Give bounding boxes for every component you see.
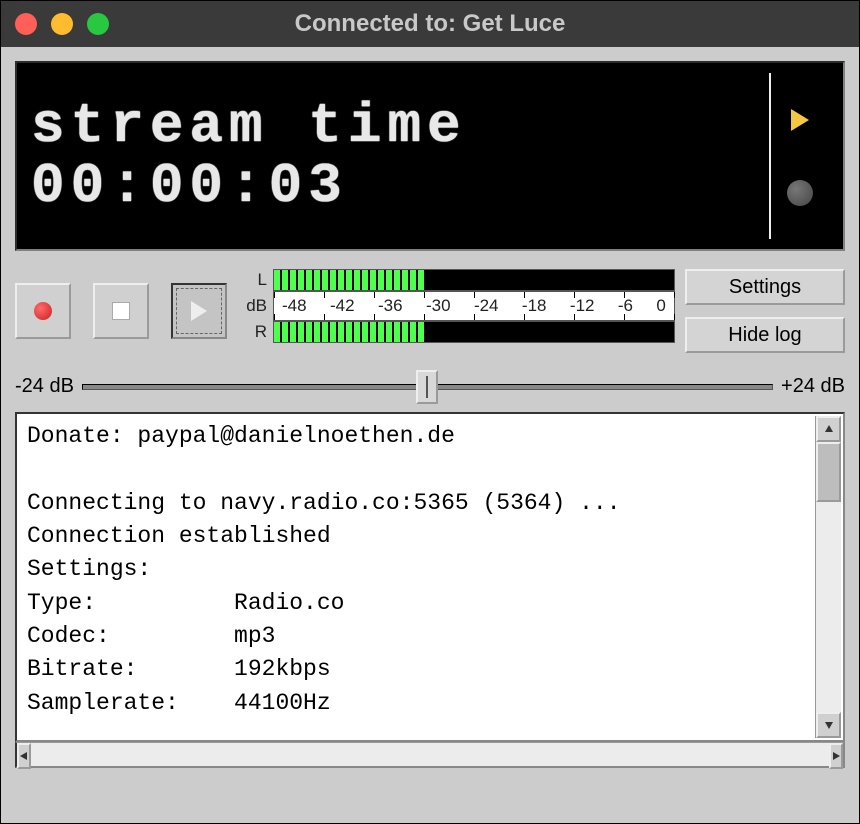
- window-title: Connected to: Get Luce: [1, 10, 859, 38]
- scroll-down-button[interactable]: [816, 712, 841, 738]
- lcd-line-2: 00:00:03: [31, 158, 769, 214]
- db-scale-value: -48: [282, 296, 307, 316]
- gain-slider[interactable]: [82, 384, 773, 390]
- play-button[interactable]: [171, 283, 227, 339]
- titlebar: Connected to: Get Luce: [1, 1, 859, 47]
- vertical-scrollbar[interactable]: [815, 416, 841, 738]
- db-scale-value: -42: [330, 296, 355, 316]
- db-scale-value: -12: [570, 296, 595, 316]
- gain-max-label: +24 dB: [781, 375, 845, 398]
- db-scale-value: -30: [426, 296, 451, 316]
- meter-left-label: L: [237, 270, 267, 290]
- side-buttons: Settings Hide log: [685, 269, 845, 353]
- db-scale-value: 0: [656, 296, 665, 316]
- play-icon: [191, 301, 207, 321]
- meter-right-fill: [274, 322, 426, 342]
- record-icon: [34, 302, 52, 320]
- transport-controls: [15, 269, 227, 353]
- lcd-indicators: [769, 73, 829, 239]
- meter-right-label: R: [237, 322, 267, 342]
- stop-button[interactable]: [93, 283, 149, 339]
- horizontal-scrollbar[interactable]: [15, 742, 845, 768]
- lcd-display: stream time 00:00:03: [15, 61, 845, 251]
- v-scroll-thumb[interactable]: [816, 442, 841, 502]
- lcd-text: stream time 00:00:03: [31, 73, 769, 239]
- h-scroll-track[interactable]: [31, 743, 829, 766]
- lcd-line-1: stream time: [31, 98, 769, 154]
- stop-icon: [112, 302, 130, 320]
- gain-slider-row: -24 dB +24 dB: [15, 375, 845, 398]
- log-text[interactable]: Donate: paypal@danielnoethen.de Connecti…: [15, 412, 845, 742]
- v-scroll-track[interactable]: [816, 442, 841, 712]
- app-window: Connected to: Get Luce stream time 00:00…: [0, 0, 860, 824]
- db-scale: -48 -42 -36 -30 -24 -18 -12 -6 0: [273, 291, 675, 321]
- meter-left-mark: [554, 270, 558, 290]
- settings-button[interactable]: Settings: [685, 269, 845, 305]
- meter-right-bar: [273, 321, 675, 343]
- hide-log-button[interactable]: Hide log: [685, 317, 845, 353]
- gain-thumb[interactable]: [416, 370, 438, 404]
- db-scale-value: -36: [378, 296, 403, 316]
- scroll-right-button[interactable]: [829, 743, 843, 769]
- play-indicator-icon: [787, 107, 813, 133]
- record-indicator-icon: [787, 180, 813, 206]
- meter-left-bar: [273, 269, 675, 291]
- content-area: stream time 00:00:03: [1, 47, 859, 782]
- log-area: Donate: paypal@danielnoethen.de Connecti…: [15, 412, 845, 768]
- level-meter: L dB -48 -42 -36 -30 -24 -18 -12 -6 0 R: [237, 269, 675, 353]
- meter-right-mark: [554, 322, 558, 342]
- scroll-up-button[interactable]: [816, 416, 841, 442]
- db-scale-value: -6: [618, 296, 633, 316]
- gain-min-label: -24 dB: [15, 375, 74, 398]
- db-scale-value: -24: [474, 296, 499, 316]
- log-content: Donate: paypal@danielnoethen.de Connecti…: [27, 423, 621, 716]
- db-label: dB: [237, 296, 267, 316]
- record-button[interactable]: [15, 283, 71, 339]
- db-scale-value: -18: [522, 296, 547, 316]
- scroll-left-button[interactable]: [17, 743, 31, 769]
- meter-left-fill: [274, 270, 426, 290]
